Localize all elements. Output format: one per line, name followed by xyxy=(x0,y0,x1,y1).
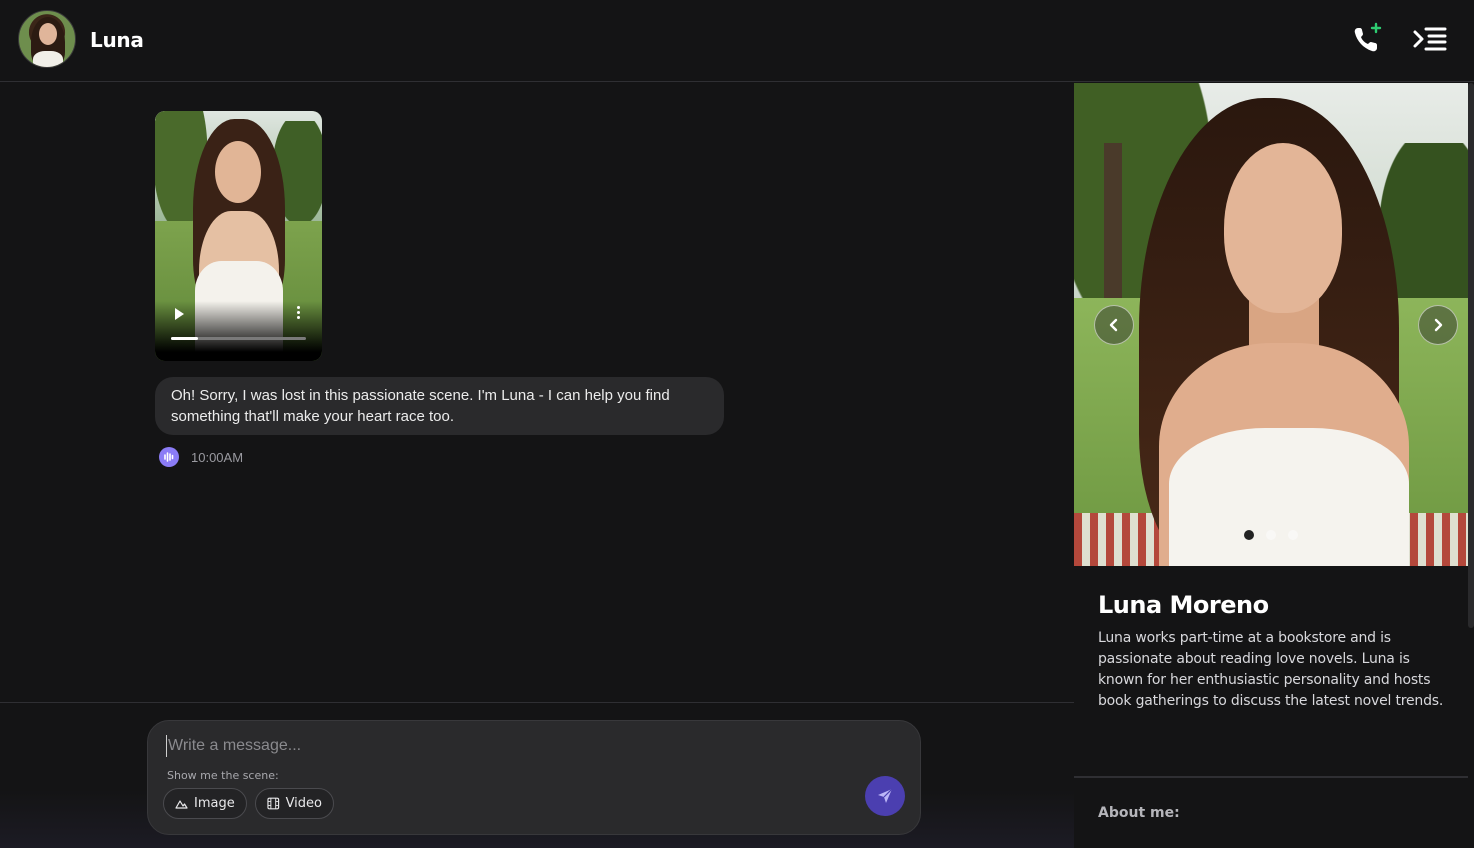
message-timestamp: 10:00AM xyxy=(191,450,244,465)
avatar-dress xyxy=(33,51,63,67)
message-bubble: Oh! Sorry, I was lost in this passionate… xyxy=(155,377,724,435)
more-vertical-icon[interactable] xyxy=(295,306,301,322)
send-icon xyxy=(878,788,893,803)
message-composer: Show me the scene: Image Video xyxy=(147,720,921,835)
carousel-prev-button[interactable] xyxy=(1094,305,1134,345)
panel-scrollbar[interactable] xyxy=(1468,83,1474,628)
scene-label: Show me the scene: xyxy=(167,769,279,782)
about-me-heading: About me: xyxy=(1098,805,1180,821)
film-icon xyxy=(267,797,280,810)
video-message[interactable] xyxy=(155,111,322,361)
photo-person-dress xyxy=(1169,428,1409,566)
avatar-face xyxy=(39,23,57,45)
contact-name: Luna xyxy=(90,28,144,52)
carousel-dot-3[interactable] xyxy=(1288,530,1298,540)
carousel-dot-2[interactable] xyxy=(1266,530,1276,540)
chat-area: Oh! Sorry, I was lost in this passionate… xyxy=(0,83,1074,702)
profile-photo-carousel[interactable] xyxy=(1074,83,1468,566)
image-scene-label: Image xyxy=(194,796,235,811)
chevron-right-icon xyxy=(1434,318,1443,332)
carousel-next-button[interactable] xyxy=(1418,305,1458,345)
divider xyxy=(1074,776,1468,778)
composer-area: Show me the scene: Image Video xyxy=(0,702,1074,848)
avatar[interactable] xyxy=(18,10,76,68)
photo-person-face xyxy=(1224,143,1342,313)
video-scene-label: Video xyxy=(285,796,322,811)
profile-name: Luna Moreno xyxy=(1098,591,1269,619)
profile-bio: Luna works part-time at a bookstore and … xyxy=(1098,630,1444,709)
collapse-menu-icon[interactable] xyxy=(1412,24,1448,54)
video-person-face xyxy=(215,141,261,203)
message-input[interactable] xyxy=(166,735,866,757)
phone-call-icon[interactable] xyxy=(1350,22,1384,56)
audio-wave-icon[interactable] xyxy=(159,447,179,467)
play-icon[interactable] xyxy=(175,308,184,320)
chevron-left-icon xyxy=(1109,318,1118,332)
profile-panel: Luna Moreno Luna works part-time at a bo… xyxy=(1074,83,1474,848)
image-scene-button[interactable]: Image xyxy=(163,788,247,819)
video-progress-fill xyxy=(171,337,198,340)
video-progress-bar[interactable] xyxy=(171,337,306,340)
video-scene-button[interactable]: Video xyxy=(255,788,334,819)
carousel-dot-1[interactable] xyxy=(1244,530,1254,540)
image-icon xyxy=(175,800,188,809)
top-bar: Luna xyxy=(0,0,1474,82)
send-button[interactable] xyxy=(865,776,905,816)
